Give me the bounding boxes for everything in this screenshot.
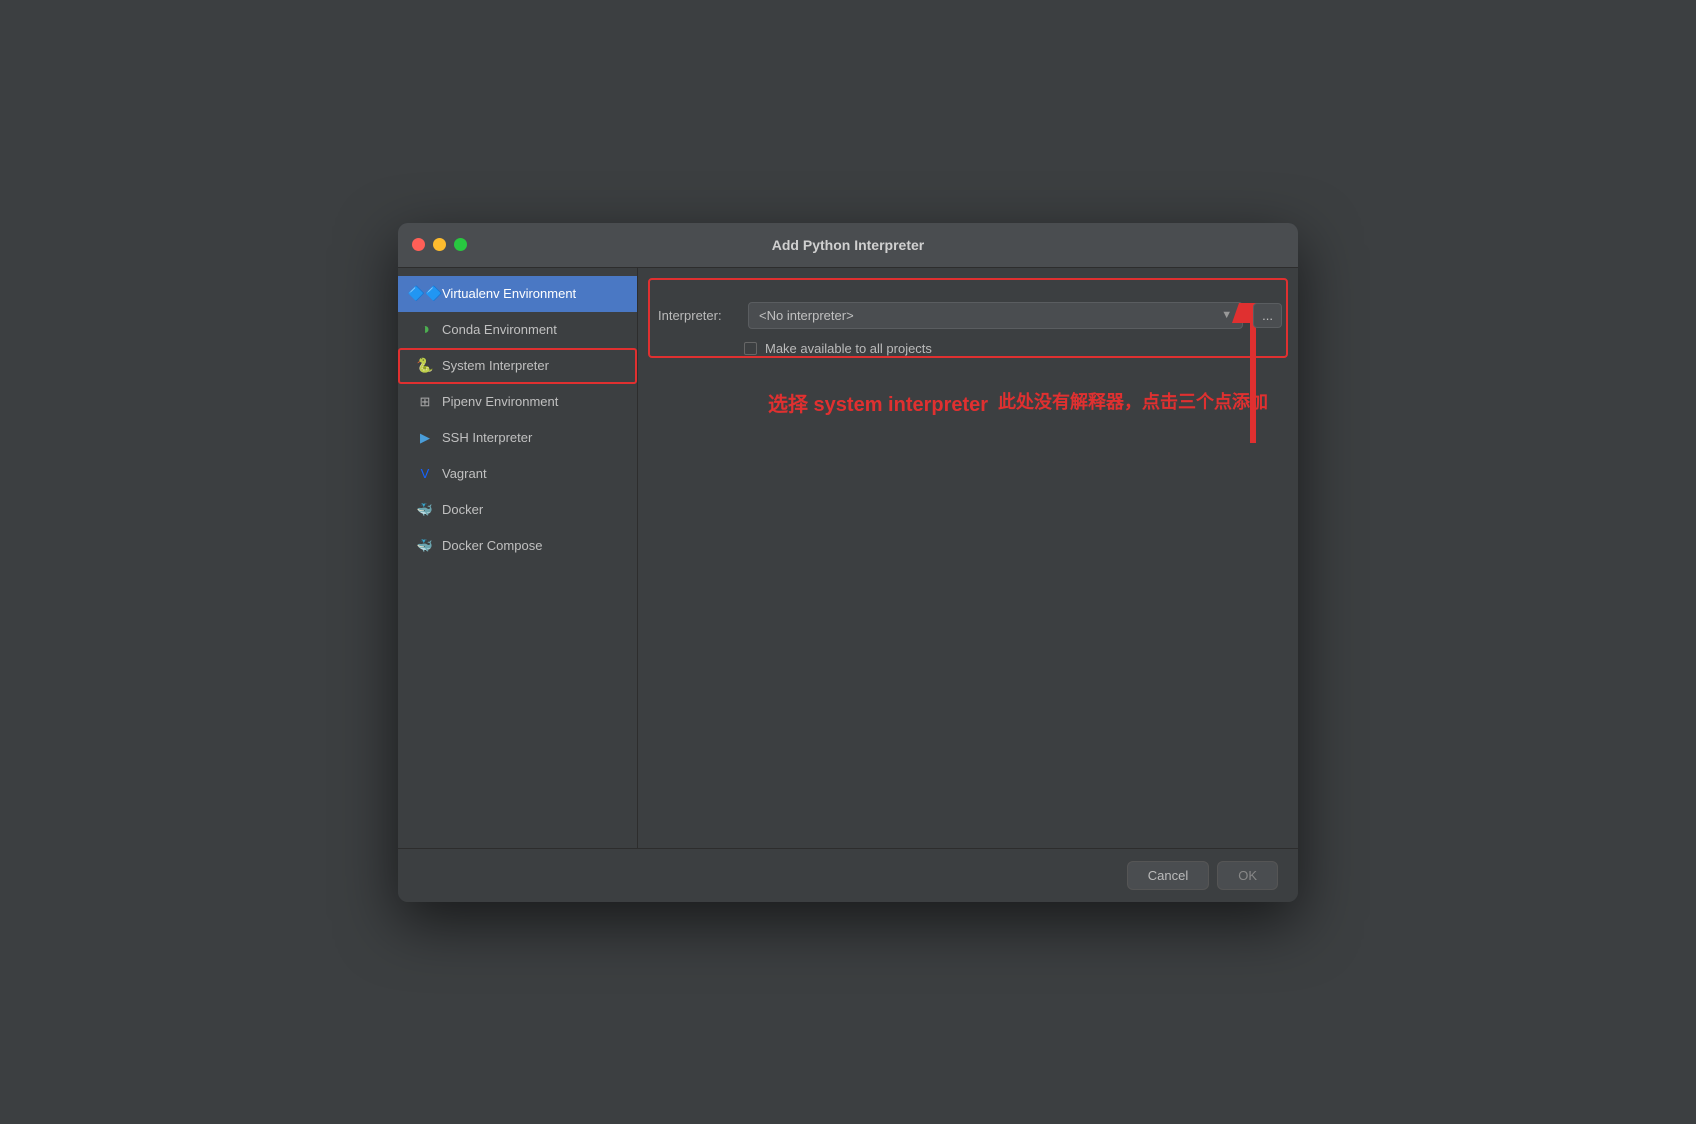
minimize-button[interactable] xyxy=(433,238,446,251)
sidebar-item-docker-compose-label: Docker Compose xyxy=(442,538,542,553)
title-bar: Add Python Interpreter xyxy=(398,223,1298,268)
interpreter-label: Interpreter: xyxy=(658,308,738,323)
dialog-title: Add Python Interpreter xyxy=(772,237,924,253)
conda-icon: ◑ xyxy=(416,321,434,339)
sidebar-item-system-label: System Interpreter xyxy=(442,358,549,373)
system-icon: 🐍 xyxy=(416,357,434,375)
sidebar-item-conda-label: Conda Environment xyxy=(442,322,557,337)
sidebar-item-system[interactable]: 🐍 System Interpreter xyxy=(398,348,637,384)
sidebar-item-virtualenv-label: Virtualenv Environment xyxy=(442,286,576,301)
three-dots-button[interactable]: ... xyxy=(1253,303,1282,328)
sidebar-item-docker[interactable]: 🐳 Docker xyxy=(398,492,637,528)
docker-icon: 🐳 xyxy=(416,501,434,519)
sidebar-item-virtualenv[interactable]: 🔷 Virtualenv Environment xyxy=(398,276,637,312)
sidebar-item-docker-label: Docker xyxy=(442,502,483,517)
ok-button[interactable]: OK xyxy=(1217,861,1278,890)
sidebar-item-ssh-label: SSH Interpreter xyxy=(442,430,532,445)
maximize-button[interactable] xyxy=(454,238,467,251)
dialog-body: 🔷 Virtualenv Environment ◑ Conda Environ… xyxy=(398,268,1298,848)
close-button[interactable] xyxy=(412,238,425,251)
make-available-checkbox[interactable] xyxy=(744,342,757,355)
pipenv-icon: ⊞ xyxy=(416,393,434,411)
sidebar-item-pipenv[interactable]: ⊞ Pipenv Environment xyxy=(398,384,637,420)
sidebar-item-docker-compose[interactable]: 🐳 Docker Compose xyxy=(398,528,637,564)
add-python-interpreter-dialog: Add Python Interpreter 🔷 Virtualenv Envi… xyxy=(398,223,1298,902)
main-content: Interpreter: <No interpreter> ▼ ... Make… xyxy=(638,268,1298,848)
checkbox-label: Make available to all projects xyxy=(765,341,932,356)
sidebar: 🔷 Virtualenv Environment ◑ Conda Environ… xyxy=(398,268,638,848)
virtualenv-icon: 🔷 xyxy=(416,285,434,303)
sidebar-item-vagrant-label: Vagrant xyxy=(442,466,487,481)
sidebar-item-pipenv-label: Pipenv Environment xyxy=(442,394,558,409)
annotation-text-no-interpreter: 此处没有解释器，点击三个点添加 xyxy=(998,388,1268,414)
sidebar-item-conda[interactable]: ◑ Conda Environment xyxy=(398,312,637,348)
annotation-text-select-system: 选择 system interpreter xyxy=(768,388,988,417)
sidebar-item-vagrant[interactable]: V Vagrant xyxy=(398,456,637,492)
dialog-footer: Cancel OK xyxy=(398,848,1298,902)
vagrant-icon: V xyxy=(416,465,434,483)
dropdown-arrow-icon: ▼ xyxy=(1221,309,1232,321)
window-controls xyxy=(412,238,467,251)
cancel-button[interactable]: Cancel xyxy=(1127,861,1209,890)
checkbox-row: Make available to all projects xyxy=(744,341,1282,356)
ssh-icon: ▶ xyxy=(416,429,434,447)
docker-compose-icon: 🐳 xyxy=(416,537,434,555)
interpreter-value: <No interpreter> xyxy=(759,308,854,323)
sidebar-item-ssh[interactable]: ▶ SSH Interpreter xyxy=(398,420,637,456)
interpreter-dropdown[interactable]: <No interpreter> ▼ xyxy=(748,302,1243,329)
interpreter-row: Interpreter: <No interpreter> ▼ ... xyxy=(658,302,1282,329)
